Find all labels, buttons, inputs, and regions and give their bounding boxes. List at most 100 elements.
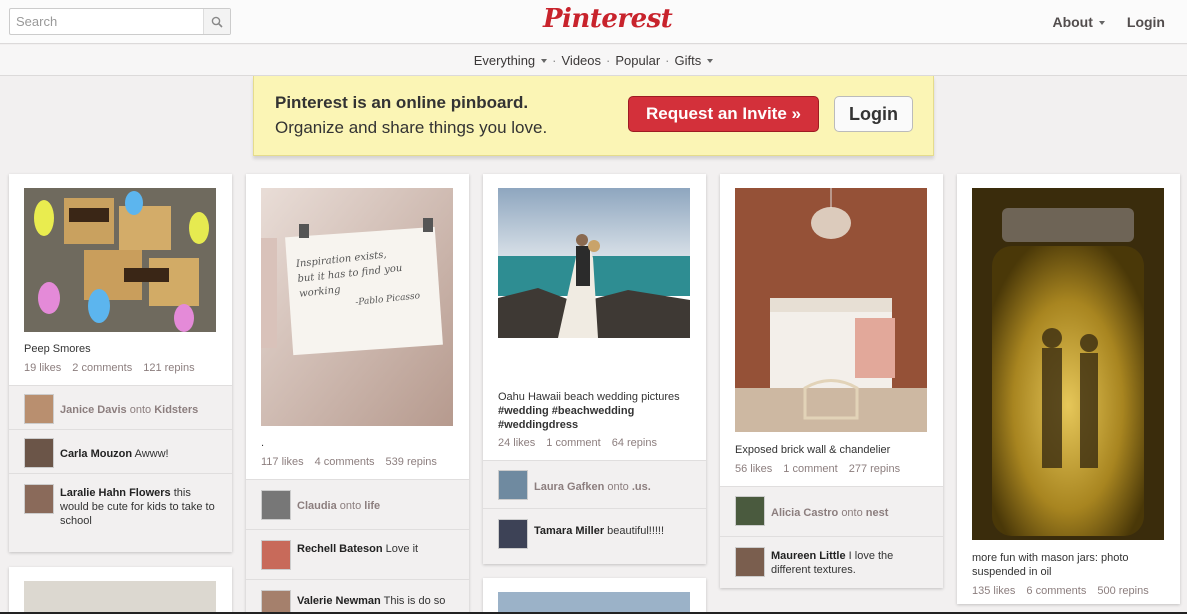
- banner-title: Pinterest is an online pinboard.: [275, 93, 529, 112]
- nav-popular[interactable]: Popular: [615, 53, 660, 68]
- pinterest-logo[interactable]: Pinterest: [543, 4, 673, 34]
- user-name[interactable]: Janice Davis: [60, 404, 127, 416]
- pin-image[interactable]: [735, 188, 927, 432]
- pin-stats: 117 likes 4 comments 539 repins: [261, 456, 448, 468]
- activity-text: Claudia onto life: [297, 499, 457, 513]
- likes-count[interactable]: 24 likes: [498, 437, 535, 449]
- banner-subtitle: Organize and share things you love.: [275, 118, 548, 137]
- comment-text: Valerie Newman This is do so: [297, 594, 457, 608]
- pin-stats: 56 likes 1 comment 277 repins: [735, 463, 911, 475]
- likes-count[interactable]: 117 likes: [261, 456, 304, 468]
- avatar[interactable]: [261, 490, 291, 520]
- avatar[interactable]: [24, 394, 54, 424]
- top-bar: Search Pinterest About Login: [0, 0, 1187, 44]
- search-button[interactable]: [204, 9, 230, 34]
- pin-card[interactable]: Inspiration exists, but it has to find y…: [246, 174, 469, 614]
- pin-comment: Valerie Newman This is do so: [246, 579, 469, 614]
- pin-comment: Tamara Miller beautiful!!!!!: [483, 508, 706, 564]
- request-invite-button[interactable]: Request an Invite »: [628, 96, 819, 132]
- board-name[interactable]: life: [364, 500, 380, 512]
- pin-stats: 135 likes 6 comments 500 repins: [972, 585, 1160, 597]
- category-nav: Everything · Videos · Popular · Gifts: [0, 45, 1187, 76]
- user-name[interactable]: Rechell Bateson: [297, 543, 383, 555]
- activity-text: Laura Gafken onto .us.: [534, 480, 694, 494]
- avatar[interactable]: [261, 590, 291, 614]
- avatar[interactable]: [735, 547, 765, 577]
- comment-text: Laralie Hahn Flowers this would be cute …: [60, 486, 220, 528]
- pin-card[interactable]: Exposed brick wall & chandelier 56 likes…: [720, 174, 943, 588]
- comment-body: Awww!: [134, 448, 169, 460]
- repins-count[interactable]: 539 repins: [386, 456, 437, 468]
- comments-count[interactable]: 4 comments: [315, 456, 375, 468]
- board-name[interactable]: nest: [866, 507, 889, 519]
- pin-activity: Claudia onto life: [246, 479, 469, 529]
- pin-card[interactable]: [483, 578, 706, 614]
- pin-image[interactable]: [972, 188, 1164, 540]
- user-name[interactable]: Laralie Hahn Flowers: [60, 487, 171, 499]
- pin-card[interactable]: Peep Smores 19 likes 2 comments 121 repins…: [9, 174, 232, 552]
- comments-count[interactable]: 1 comment: [783, 463, 837, 475]
- activity-verb: onto: [129, 404, 152, 416]
- board-name[interactable]: Kidsters: [154, 404, 198, 416]
- avatar[interactable]: [498, 470, 528, 500]
- comment-text: Tamara Miller beautiful!!!!!: [534, 524, 694, 538]
- avatar[interactable]: [261, 540, 291, 570]
- top-nav: About Login: [1052, 0, 1187, 44]
- pin-image[interactable]: [24, 581, 216, 614]
- chevron-down-icon: [541, 58, 548, 63]
- pin-image[interactable]: [498, 188, 690, 338]
- comment-body: beautiful!!!!!: [607, 525, 665, 537]
- activity-verb: onto: [841, 507, 863, 519]
- banner-login-button[interactable]: Login: [834, 96, 913, 132]
- avatar[interactable]: [735, 496, 765, 526]
- repins-count[interactable]: 500 repins: [1097, 585, 1148, 597]
- activity-verb: onto: [339, 500, 362, 512]
- pin-comment: Laralie Hahn Flowers this would be cute …: [9, 473, 232, 552]
- repins-count[interactable]: 277 repins: [849, 463, 900, 475]
- repins-count[interactable]: 121 repins: [143, 362, 194, 374]
- search-input[interactable]: Search: [10, 9, 204, 34]
- pin-activity: Alicia Castro onto nest: [720, 486, 943, 536]
- pin-card[interactable]: [9, 567, 232, 614]
- repins-count[interactable]: 64 repins: [612, 437, 657, 449]
- about-label: About: [1052, 14, 1093, 30]
- avatar[interactable]: [24, 438, 54, 468]
- board-name[interactable]: .us.: [632, 481, 651, 493]
- user-name[interactable]: Maureen Little: [771, 550, 846, 562]
- activity-text: Janice Davis onto Kidsters: [60, 403, 220, 417]
- login-link[interactable]: Login: [1127, 14, 1165, 30]
- comments-count[interactable]: 2 comments: [72, 362, 132, 374]
- user-name[interactable]: Laura Gafken: [534, 481, 604, 493]
- pin-stats: 19 likes 2 comments 121 repins: [24, 362, 206, 374]
- comment-text: Maureen Little I love the different text…: [771, 549, 931, 577]
- user-name[interactable]: Valerie Newman: [297, 595, 381, 607]
- avatar[interactable]: [498, 519, 528, 549]
- likes-count[interactable]: 19 likes: [24, 362, 61, 374]
- pin-card[interactable]: Oahu Hawaii beach wedding pictures #wedd…: [483, 174, 706, 564]
- user-name[interactable]: Claudia: [297, 500, 337, 512]
- pin-image[interactable]: [24, 188, 216, 332]
- nav-everything[interactable]: Everything: [474, 53, 535, 68]
- user-name[interactable]: Tamara Miller: [534, 525, 604, 537]
- nav-videos[interactable]: Videos: [562, 53, 602, 68]
- pin-image[interactable]: [498, 592, 690, 614]
- user-name[interactable]: Carla Mouzon: [60, 448, 132, 460]
- nav-gifts[interactable]: Gifts: [675, 53, 702, 68]
- likes-count[interactable]: 135 likes: [972, 585, 1015, 597]
- pin-description: Exposed brick wall & chandelier: [735, 444, 891, 456]
- comments-count[interactable]: 6 comments: [1026, 585, 1086, 597]
- pin-stats: 24 likes 1 comment 64 repins: [498, 437, 668, 449]
- comment-body: This is do so: [383, 595, 446, 607]
- user-name[interactable]: Alicia Castro: [771, 507, 838, 519]
- pin-card[interactable]: more fun with mason jars: photo suspende…: [957, 174, 1180, 604]
- comment-body: Love it: [385, 543, 419, 555]
- search-box[interactable]: Search: [9, 8, 231, 35]
- comments-count[interactable]: 1 comment: [546, 437, 600, 449]
- about-menu[interactable]: About: [1052, 14, 1105, 30]
- hashtags[interactable]: #wedding #beachwedding #weddingdress: [498, 404, 694, 432]
- likes-count[interactable]: 56 likes: [735, 463, 772, 475]
- pin-description: .: [261, 437, 265, 449]
- pin-comment: Maureen Little I love the different text…: [720, 536, 943, 588]
- pin-activity: Janice Davis onto Kidsters: [9, 385, 232, 429]
- avatar[interactable]: [24, 484, 54, 514]
